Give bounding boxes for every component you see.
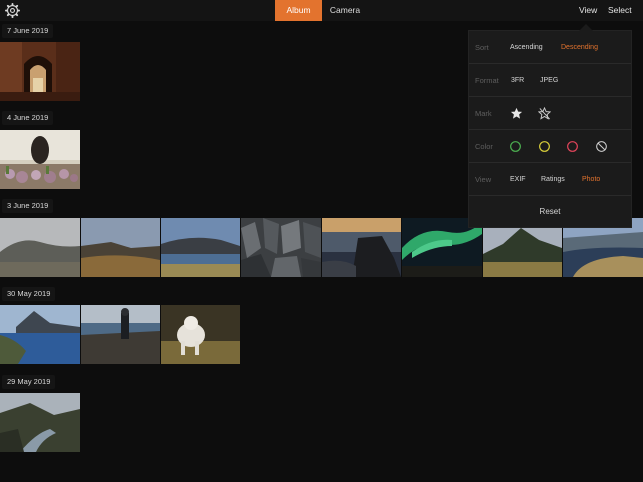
section-date-label: 4 June 2019 <box>2 111 54 125</box>
select-button[interactable]: Select <box>608 0 632 21</box>
sort-descending-option[interactable]: Descending <box>561 31 598 64</box>
reset-button[interactable]: Reset <box>469 196 631 228</box>
color-none-icon[interactable] <box>595 140 608 153</box>
settings-gear-icon[interactable] <box>5 3 20 18</box>
photo-thumbnail[interactable] <box>81 218 160 277</box>
color-red-icon[interactable] <box>566 140 579 153</box>
mark-row: Mark <box>469 97 631 130</box>
star-off-icon[interactable] <box>537 106 552 120</box>
mark-label: Mark <box>475 109 492 118</box>
photo-thumbnail[interactable] <box>161 218 240 277</box>
photo-thumbnail[interactable] <box>0 305 80 364</box>
sort-label: Sort <box>475 43 489 52</box>
source-segmented-control: Album Camera <box>275 0 368 21</box>
view-ratings-option[interactable]: Ratings <box>541 163 565 196</box>
tab-camera[interactable]: Camera <box>322 0 368 21</box>
color-green-icon[interactable] <box>509 140 522 153</box>
view-photo-option[interactable]: Photo <box>582 163 600 196</box>
photo-thumbnail[interactable] <box>0 130 80 189</box>
view-exif-option[interactable]: EXIF <box>510 163 526 196</box>
section-date-label: 7 June 2019 <box>2 24 54 38</box>
photo-thumbnail[interactable] <box>322 218 401 277</box>
photo-thumbnail[interactable] <box>241 218 321 277</box>
color-label: Color <box>475 142 493 151</box>
sort-row: Sort Ascending Descending <box>469 31 631 64</box>
section-date-label: 3 June 2019 <box>2 199 54 213</box>
view-row: View EXIF Ratings Photo <box>469 163 631 196</box>
color-yellow-icon[interactable] <box>538 140 551 153</box>
color-row: Color <box>469 130 631 163</box>
photo-thumbnail[interactable] <box>0 393 80 452</box>
format-label: Format <box>475 76 499 85</box>
format-jpeg-option[interactable]: JPEG <box>540 64 558 97</box>
star-icon[interactable] <box>510 107 523 120</box>
format-row: Format 3FR JPEG <box>469 64 631 97</box>
photo-thumbnail[interactable] <box>0 218 80 277</box>
view-label: View <box>475 175 492 184</box>
photo-thumbnail[interactable] <box>0 42 80 101</box>
photo-thumbnail[interactable] <box>161 305 240 364</box>
photo-thumbnail[interactable] <box>81 305 160 364</box>
tab-album[interactable]: Album <box>275 0 322 21</box>
top-bar: Album Camera View Select <box>0 0 643 21</box>
view-button[interactable]: View <box>579 0 597 21</box>
sort-ascending-option[interactable]: Ascending <box>510 31 543 64</box>
format-3fr-option[interactable]: 3FR <box>511 64 524 97</box>
section-date-label: 29 May 2019 <box>2 375 56 389</box>
section-date-label: 30 May 2019 <box>2 287 56 301</box>
view-options-popover: Sort Ascending Descending Format 3FR JPE… <box>468 24 632 228</box>
